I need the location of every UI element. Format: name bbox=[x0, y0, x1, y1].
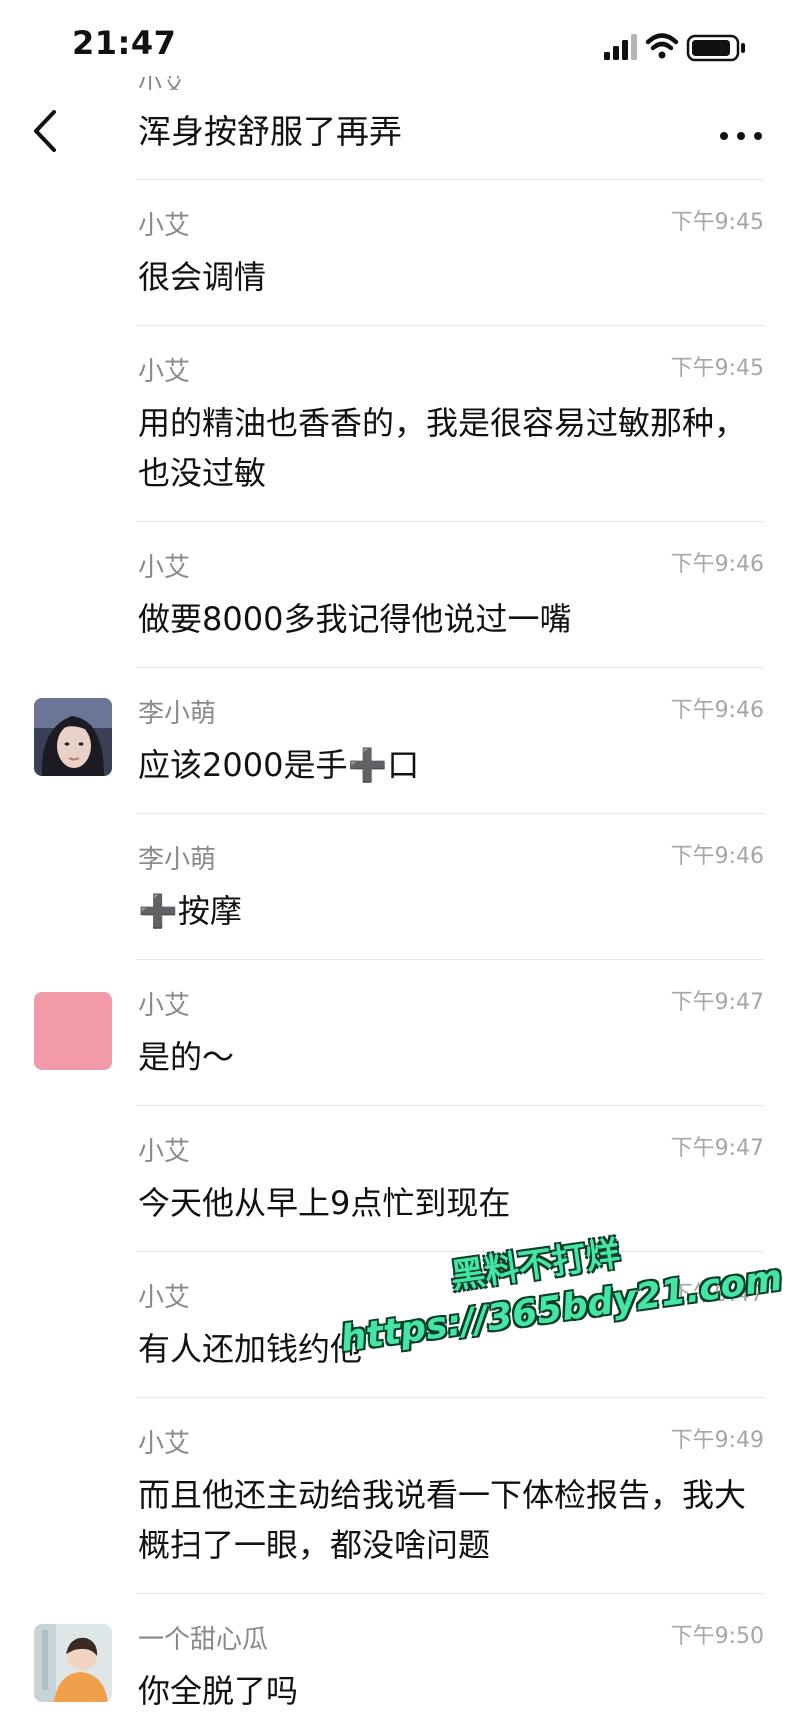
message-time: 下午9:47 bbox=[670, 1136, 764, 1161]
sender-name: 小艾 bbox=[138, 553, 191, 583]
message-text: 用的精油也香香的，我是很容易过敏那种，也没过敏 bbox=[138, 404, 747, 492]
message-text: 而且他还主动给我说看一下体检报告，我大概扫了一眼，都没啥问题 bbox=[138, 1476, 747, 1564]
message-text: 你全脱了吗 bbox=[138, 1672, 299, 1710]
sender-name: 小艾 bbox=[138, 991, 191, 1021]
message-time: 下午9:46 bbox=[670, 552, 764, 577]
message-time: 下午9:47 bbox=[670, 990, 764, 1015]
message-time: 下午9:50 bbox=[670, 1624, 764, 1649]
message-item[interactable]: 小艾 下午9:46 做要8000多我记得他说过一嘴 bbox=[0, 522, 800, 668]
avatar[interactable] bbox=[34, 1624, 112, 1702]
message-item[interactable]: 小艾 下午9:45 用的精油也香香的，我是很容易过敏那种，也没过敏 bbox=[0, 326, 800, 522]
message-text: 应该2000是手➕口 bbox=[138, 746, 420, 784]
previous-sender-name: 小艾 bbox=[138, 76, 186, 90]
sender-name: 李小萌 bbox=[138, 699, 217, 729]
back-icon[interactable] bbox=[26, 106, 66, 156]
conversation-header: 小艾 浑身按舒服了再弄 bbox=[0, 76, 800, 180]
avatar[interactable] bbox=[34, 698, 112, 776]
sender-name: 小艾 bbox=[138, 211, 191, 241]
signal-icon bbox=[604, 34, 637, 60]
message-item[interactable]: 一个甜心瓜 下午9:50 你全脱了吗 bbox=[0, 1594, 800, 1732]
message-time: 下午9:46 bbox=[670, 844, 764, 869]
battery-icon bbox=[686, 34, 745, 62]
message-text: 是的～ bbox=[138, 1038, 235, 1076]
message-time: 下午9:45 bbox=[670, 210, 764, 235]
sender-name: 一个甜心瓜 bbox=[138, 1625, 269, 1655]
message-time: 下午9:49 bbox=[670, 1428, 764, 1453]
more-options-icon[interactable] bbox=[718, 126, 764, 146]
sender-name: 小艾 bbox=[138, 1137, 191, 1167]
message-item[interactable]: 小艾 下午9:49 而且他还主动给我说看一下体检报告，我大概扫了一眼，都没啥问题 bbox=[0, 1398, 800, 1594]
message-item[interactable]: 小艾 下午9:45 很会调情 bbox=[0, 180, 800, 326]
message-time: 下午9:45 bbox=[670, 356, 764, 381]
conversation-title: 浑身按舒服了再弄 bbox=[138, 112, 402, 151]
message-time: 下午9:46 bbox=[670, 698, 764, 723]
message-text: 很会调情 bbox=[138, 258, 267, 296]
sender-name: 小艾 bbox=[138, 1429, 191, 1459]
message-item[interactable]: 李小萌 下午9:46 应该2000是手➕口 bbox=[0, 668, 800, 814]
status-time: 21:47 bbox=[72, 24, 177, 62]
wifi-icon bbox=[645, 33, 679, 59]
avatar[interactable] bbox=[34, 992, 112, 1070]
message-text: 做要8000多我记得他说过一嘴 bbox=[138, 600, 572, 638]
sender-name: 小艾 bbox=[138, 1283, 191, 1313]
sender-name: 小艾 bbox=[138, 357, 191, 387]
sender-name: 李小萌 bbox=[138, 845, 217, 875]
status-icons bbox=[604, 33, 745, 62]
message-item[interactable]: 小艾 下午9:47 是的～ bbox=[0, 960, 800, 1106]
message-item[interactable]: 李小萌 下午9:46 ➕按摩 bbox=[0, 814, 800, 960]
message-text: ➕按摩 bbox=[138, 892, 242, 930]
